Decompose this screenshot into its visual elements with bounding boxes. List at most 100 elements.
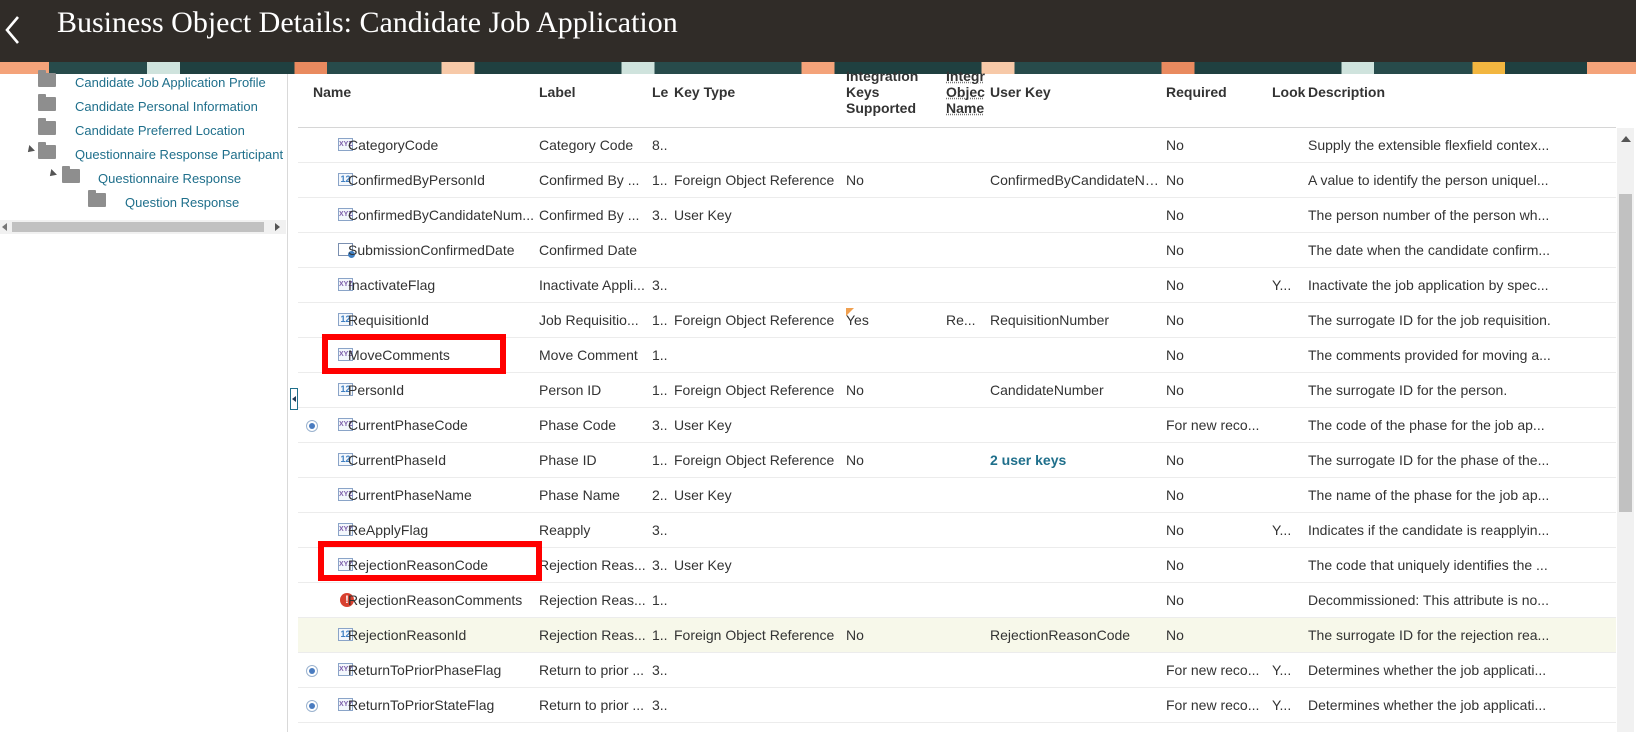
user-keys-link[interactable]: 2 user keys bbox=[990, 452, 1162, 469]
expand-triangle-icon[interactable] bbox=[47, 169, 57, 179]
tree-item-questionnaire-response-participant[interactable]: Questionnaire Response Participant bbox=[24, 142, 284, 166]
cell-name: ReApplyFlag bbox=[348, 522, 429, 538]
tree-item-question-response[interactable]: Question Response bbox=[88, 190, 284, 214]
cell-key-type: Foreign Object Reference bbox=[674, 312, 835, 328]
tree-item-candidate-preferred-location[interactable]: Candidate Preferred Location bbox=[38, 118, 278, 142]
cell-length: 3.. bbox=[652, 417, 668, 433]
table-row[interactable]: XYZ CurrentPhaseName Phase Name 2.. User Key… bbox=[298, 478, 1616, 513]
column-header-description[interactable]: Description bbox=[1308, 84, 1385, 100]
chevron-left-icon bbox=[5, 16, 19, 44]
column-header-length[interactable]: Le bbox=[652, 84, 670, 100]
table-row[interactable]: 12 CurrentPhaseId Phase ID 1.. Foreign Objec… bbox=[298, 443, 1616, 478]
column-header-key-type[interactable]: Key Type bbox=[674, 84, 735, 100]
cell-user-key: CandidateNumber bbox=[990, 382, 1104, 398]
cell-name: ReturnToPriorStateFlag bbox=[348, 697, 495, 713]
table-header: Name Label Le Key Type Integration Keys … bbox=[298, 68, 1616, 128]
cell-length: 1.. bbox=[652, 382, 668, 398]
cell-key-type: User Key bbox=[674, 207, 732, 223]
table-row[interactable]: XYZ InactivateFlag Inactivate Appli... 3.. N… bbox=[298, 268, 1616, 303]
cell-description: Determines whether the job applicati... bbox=[1308, 662, 1547, 678]
back-button[interactable] bbox=[0, 6, 28, 56]
cell-key-type: Foreign Object Reference bbox=[674, 452, 835, 468]
cell-name: CurrentPhaseId bbox=[348, 452, 447, 468]
column-header-integration-keys[interactable]: Integration Keys Supported bbox=[846, 68, 942, 116]
folder-icon bbox=[88, 190, 106, 207]
folder-icon bbox=[62, 166, 80, 183]
cell-required: No bbox=[1166, 312, 1184, 328]
selected-indicator-icon bbox=[306, 700, 318, 712]
table-row[interactable]: 12 RejectionReasonId Rejection Reas... 1.. F… bbox=[298, 618, 1616, 653]
cell-key-type: User Key bbox=[674, 417, 732, 433]
cell-required: No bbox=[1166, 627, 1184, 643]
cell-key-type: User Key bbox=[674, 557, 732, 573]
table-row[interactable]: XYZ ReApplyFlag Reapply 3.. No Y... Indicates … bbox=[298, 513, 1616, 548]
table-row[interactable]: ! RejectionReasonComments Rejection Reas..… bbox=[298, 583, 1616, 618]
cell-description: The surrogate ID for the rejection rea..… bbox=[1308, 627, 1550, 643]
table-row[interactable]: 12 RequisitionId Job Requisitio... 1.. Forei… bbox=[298, 303, 1616, 338]
cell-name: InactivateFlag bbox=[348, 277, 436, 293]
cell-key-type: Foreign Object Reference bbox=[674, 382, 835, 398]
column-header-lookup[interactable]: Look bbox=[1272, 84, 1306, 100]
cell-label: Rejection Reas... bbox=[539, 592, 646, 608]
table-vertical-scrollbar[interactable] bbox=[1617, 128, 1634, 732]
cell-length: 1.. bbox=[652, 172, 668, 188]
table-row[interactable]: 12 ConfirmedByPersonId Confirmed By ... 1..… bbox=[298, 163, 1616, 198]
column-header-name[interactable]: Name bbox=[313, 84, 351, 100]
column-header-label[interactable]: Label bbox=[539, 84, 576, 100]
cell-key-type: Foreign Object Reference bbox=[674, 172, 835, 188]
table-row[interactable]: XYZ ReturnToPriorPhaseFlag Return to prior… bbox=[298, 653, 1616, 688]
cell-lookup: Y... bbox=[1272, 697, 1292, 713]
tree-item-candidate-personal-information[interactable]: Candidate Personal Information bbox=[38, 94, 278, 118]
column-header-required[interactable]: Required bbox=[1166, 84, 1227, 100]
table-row[interactable]: XYZ ConfirmedByCandidateNum... Confirmed B… bbox=[298, 198, 1616, 233]
table-row[interactable]: SubmissionConfirmedDate Confirmed Date No T… bbox=[298, 233, 1616, 268]
cell-description: Supply the extensible flexfield contex..… bbox=[1308, 137, 1550, 153]
column-header-user-key[interactable]: User Key bbox=[990, 84, 1051, 100]
expand-triangle-icon[interactable] bbox=[25, 145, 35, 155]
cell-required: No bbox=[1166, 452, 1184, 468]
cell-description: The person number of the person wh... bbox=[1308, 207, 1550, 223]
cell-required: No bbox=[1166, 277, 1184, 293]
cell-length: 8.. bbox=[652, 137, 668, 153]
cell-label: Confirmed By ... bbox=[539, 207, 640, 223]
scroll-left-icon[interactable] bbox=[2, 223, 7, 231]
cell-name: RequisitionId bbox=[348, 312, 429, 328]
scroll-up-icon[interactable] bbox=[1621, 136, 1631, 142]
cell-length: 1.. bbox=[652, 347, 668, 363]
panel-collapse-splitter[interactable] bbox=[290, 388, 298, 410]
page-header: Business Object Details: Candidate Job A… bbox=[0, 0, 1636, 62]
cell-label: Confirmed Date bbox=[539, 242, 638, 258]
table-row[interactable]: XYZ CurrentPhaseCode Phase Code 3.. User Key… bbox=[298, 408, 1616, 443]
cell-description: The comments provided for moving a... bbox=[1308, 347, 1551, 363]
cell-label: Phase Name bbox=[539, 487, 620, 503]
cell-required: No bbox=[1166, 137, 1184, 153]
cell-key-type: Foreign Object Reference bbox=[674, 627, 835, 643]
tree-horizontal-scrollbar[interactable] bbox=[0, 220, 286, 234]
cell-label: Return to prior ... bbox=[539, 662, 645, 678]
table-row[interactable]: XYZ CategoryCode Category Code 8.. No Supply … bbox=[298, 128, 1616, 163]
cell-label: Rejection Reas... bbox=[539, 627, 646, 643]
table-row[interactable]: XYZ ReturnToPriorStateFlag Return to prior… bbox=[298, 688, 1616, 723]
table-row[interactable]: XYZ MoveComments Move Comment 1.. No The comm… bbox=[298, 338, 1616, 373]
cell-required: No bbox=[1166, 242, 1184, 258]
cell-label: Reapply bbox=[539, 522, 591, 538]
scrollbar-thumb[interactable] bbox=[12, 222, 264, 232]
cell-label: Person ID bbox=[539, 382, 602, 398]
cell-required: For new reco... bbox=[1166, 417, 1260, 433]
cell-integration-keys: No bbox=[846, 382, 864, 398]
folder-icon bbox=[38, 94, 56, 111]
column-header-integration-object[interactable]: Integr Objec Name bbox=[946, 68, 986, 116]
scrollbar-thumb[interactable] bbox=[1619, 194, 1632, 512]
cell-label: Job Requisitio... bbox=[539, 312, 639, 328]
tree-item-candidate-job-application-profile[interactable]: Candidate Job Application Profile bbox=[38, 70, 278, 94]
table-row[interactable]: XYZ RejectionReasonCode Rejection Reas... 3… bbox=[298, 548, 1616, 583]
table-row[interactable]: 12 PersonId Person ID 1.. Foreign Object Ref… bbox=[298, 373, 1616, 408]
cell-label: Rejection Reas... bbox=[539, 557, 646, 573]
cell-label: Phase Code bbox=[539, 417, 617, 433]
cell-description: The surrogate ID for the job requisition… bbox=[1308, 312, 1551, 328]
cell-name: RejectionReasonCode bbox=[348, 557, 489, 573]
tree-item-questionnaire-response[interactable]: Questionnaire Response bbox=[46, 166, 284, 190]
cell-description: The code that uniquely identifies the ..… bbox=[1308, 557, 1548, 573]
scroll-right-icon[interactable] bbox=[275, 223, 280, 231]
cell-required: No bbox=[1166, 522, 1184, 538]
